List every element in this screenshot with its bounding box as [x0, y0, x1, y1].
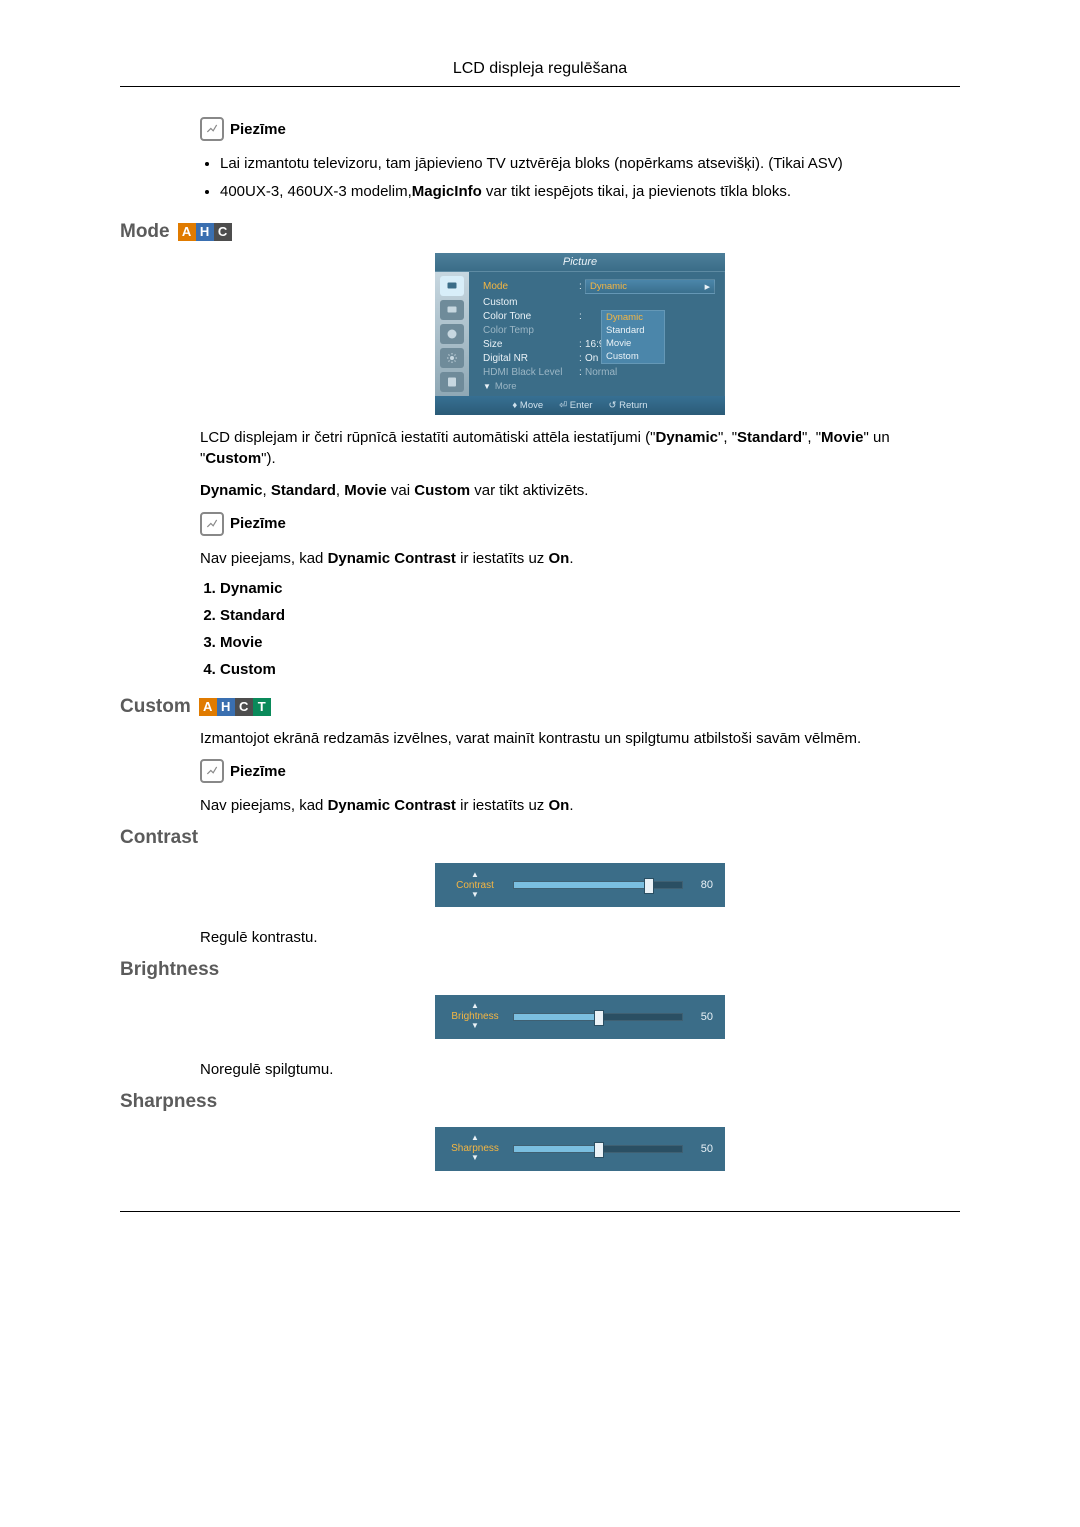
osd-row: HDMI Black Level:Normal [483, 366, 715, 380]
osd-sidebar-icon [440, 372, 464, 392]
badge-h: H [196, 223, 214, 241]
section-heading-contrast: Contrast [120, 827, 960, 849]
slider-track[interactable] [513, 1145, 683, 1153]
contrast-desc: Regulē kontrastu. [200, 927, 960, 949]
badge-a: A [178, 223, 196, 241]
slider-label: Contrast [456, 880, 494, 891]
mode-list-item: Custom [220, 661, 960, 678]
osd-footer-move: ♦ Move [512, 400, 543, 411]
page-title: LCD displeja regulēšana [453, 60, 627, 77]
osd-mode-dropdown-list[interactable]: Dynamic Standard Movie Custom [601, 310, 665, 364]
osd-sidebar-icon [440, 276, 464, 296]
osd-footer-return: ↺ Return [608, 400, 647, 411]
mode-list-item: Standard [220, 607, 960, 624]
osd-title: Picture [435, 253, 725, 272]
slider-thumb[interactable] [594, 1010, 604, 1026]
slider-up-arrow-icon: ▲ [471, 1002, 479, 1011]
osd-row: Color Temp [483, 324, 715, 338]
osd-panel: Picture Mode : [435, 253, 725, 415]
section-heading-brightness: Brightness [120, 959, 960, 981]
slider-value: 50 [693, 1143, 713, 1155]
slider-thumb[interactable] [594, 1142, 604, 1158]
osd-sidebar [435, 272, 469, 396]
note-label: Piezīme [230, 763, 286, 780]
section-title: Sharpness [120, 1091, 217, 1113]
slider-up-arrow-icon: ▲ [471, 1134, 479, 1143]
osd-row: Color Tone: [483, 310, 715, 324]
osd-mode-option[interactable]: Movie [602, 337, 664, 350]
top-note-item: 400UX-3, 460UX-3 modelim,MagicInfo var t… [220, 181, 960, 203]
osd-row-mode: Mode : Dynamic▶ [483, 278, 715, 296]
osd-footer: ♦ Move ⏎ Enter ↺ Return [435, 396, 725, 415]
slider-track[interactable] [513, 1013, 683, 1021]
badge-h: H [217, 698, 235, 716]
badge-c: C [235, 698, 253, 716]
section-heading-custom: Custom A H C T [120, 696, 960, 718]
section-title: Custom [120, 696, 191, 718]
top-note-list: Lai izmantotu televizoru, tam jāpievieno… [200, 153, 960, 203]
osd-row: Custom [483, 296, 715, 310]
custom-para: Izmantojot ekrānā redzamās izvēlnes, var… [200, 728, 960, 750]
mode-list: Dynamic Standard Movie Custom [200, 580, 960, 678]
mode-list-item: Dynamic [220, 580, 960, 597]
slider-down-arrow-icon: ▼ [471, 1154, 479, 1163]
note-block: Piezīme [200, 512, 960, 536]
osd-row: Digital NR:On [483, 352, 715, 366]
badges-mode: A H C [178, 223, 232, 241]
note-icon [200, 512, 224, 536]
slider-down-arrow-icon: ▼ [471, 891, 479, 900]
osd-row-more: ▼More [483, 380, 715, 394]
slider-panel-brightness: ▲ Brightness ▼ 50 [435, 995, 725, 1039]
slider-panel-sharpness: ▲ Sharpness ▼ 50 [435, 1127, 725, 1171]
osd-mode-option[interactable]: Custom [602, 350, 664, 363]
section-heading-sharpness: Sharpness [120, 1091, 960, 1113]
footer-rule [120, 1211, 960, 1212]
section-title: Brightness [120, 959, 219, 981]
page-header: LCD displeja regulēšana [120, 60, 960, 87]
note-label: Piezīme [230, 121, 286, 138]
osd-sidebar-icon [440, 324, 464, 344]
osd-sidebar-icon [440, 348, 464, 368]
slider-value: 80 [693, 879, 713, 891]
slider-down-arrow-icon: ▼ [471, 1022, 479, 1031]
mode-para1: LCD displejam ir četri rūpnīcā iestatīti… [200, 427, 960, 471]
badge-a: A [199, 698, 217, 716]
slider-panel-contrast: ▲ Contrast ▼ 80 [435, 863, 725, 907]
slider-value: 50 [693, 1011, 713, 1023]
osd-sidebar-icon [440, 300, 464, 320]
note-icon [200, 759, 224, 783]
slider-thumb[interactable] [644, 878, 654, 894]
mode-para2: Dynamic, Standard, Movie vai Custom var … [200, 480, 960, 502]
section-heading-mode: Mode A H C [120, 221, 960, 243]
section-title: Mode [120, 221, 170, 243]
osd-footer-enter: ⏎ Enter [559, 400, 592, 411]
badge-t: T [253, 698, 271, 716]
osd-row-label: Mode [483, 281, 579, 292]
note-label: Piezīme [230, 515, 286, 532]
osd-row: Size:16:9 [483, 338, 715, 352]
note-block: Piezīme [200, 117, 960, 141]
note-icon [200, 117, 224, 141]
mode-note-body: Nav pieejams, kad Dynamic Contrast ir ie… [200, 548, 960, 570]
custom-note-body: Nav pieejams, kad Dynamic Contrast ir ie… [200, 795, 960, 817]
badge-c: C [214, 223, 232, 241]
osd-mode-option[interactable]: Dynamic [602, 311, 664, 324]
osd-mode-dropdown[interactable]: Dynamic▶ [585, 279, 715, 294]
slider-up-arrow-icon: ▲ [471, 871, 479, 880]
note-block: Piezīme [200, 759, 960, 783]
section-title: Contrast [120, 827, 198, 849]
brightness-desc: Noregulē spilgtumu. [200, 1059, 960, 1081]
slider-track[interactable] [513, 881, 683, 889]
top-note-item: Lai izmantotu televizoru, tam jāpievieno… [220, 153, 960, 175]
osd-mode-option[interactable]: Standard [602, 324, 664, 337]
mode-list-item: Movie [220, 634, 960, 651]
